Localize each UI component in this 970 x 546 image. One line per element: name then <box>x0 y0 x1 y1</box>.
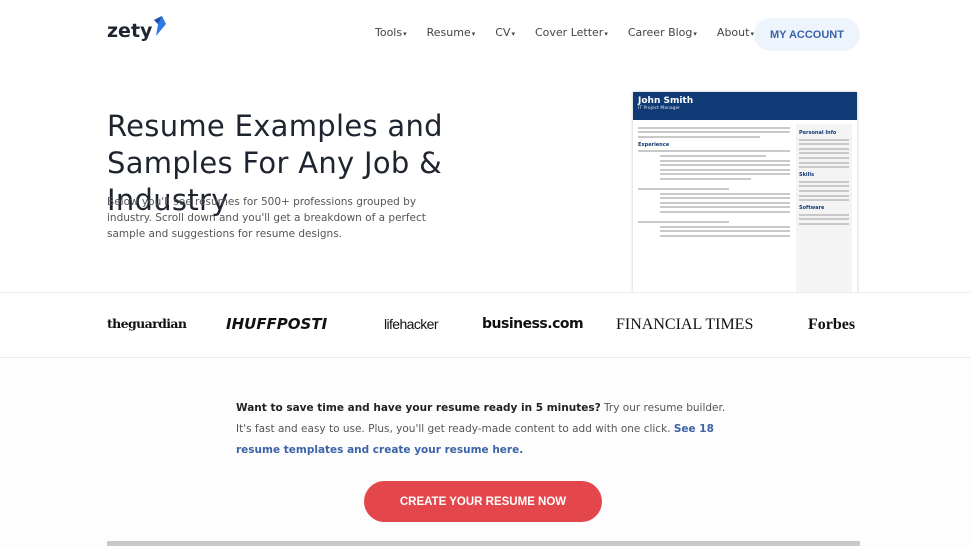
logo-text: zety <box>107 20 153 42</box>
resume-section-experience: Experience <box>638 141 670 148</box>
create-resume-button[interactable]: CREATE YOUR RESUME NOW <box>364 481 602 522</box>
top-nav: zety Tools▾ Resume▾ CV▾ Cover Letter▾ Ca… <box>0 0 970 66</box>
menu-cv[interactable]: CV▾ <box>495 26 515 39</box>
menu-cover-letter[interactable]: Cover Letter▾ <box>535 26 608 39</box>
financial-times-logo: FINANCIAL TIMES <box>616 316 754 333</box>
builder-pitch: Want to save time and have your resume r… <box>236 398 731 461</box>
lifehacker-logo: lifehacker <box>384 316 439 332</box>
menu-career-blog[interactable]: Career Blog▾ <box>628 26 697 39</box>
resume-preview-image[interactable]: John Smith IT Project Manager Experience … <box>633 92 857 292</box>
next-section-edge <box>107 541 860 546</box>
menu-tools[interactable]: Tools▾ <box>375 26 407 39</box>
my-account-button[interactable]: MY ACCOUNT <box>754 18 860 51</box>
resume-section-skills: Skills <box>799 172 815 179</box>
resume-section-personal-info: Personal Info <box>799 130 837 136</box>
resume-name: John Smith <box>638 96 694 106</box>
business-com-logo: business.com <box>482 316 584 332</box>
main-menu: Tools▾ Resume▾ CV▾ Cover Letter▾ Career … <box>375 26 754 39</box>
resume-job-title: IT Project Manager <box>638 106 681 111</box>
resume-section-software: Software <box>799 205 825 212</box>
pitch-headline: Want to save time and have your resume r… <box>236 402 601 414</box>
forbes-logo: Forbes <box>808 316 856 333</box>
press-logos-strip: theguardian IHUFFPOSTI lifehacker busine… <box>0 292 970 358</box>
menu-about[interactable]: About▾ <box>717 26 754 39</box>
menu-resume[interactable]: Resume▾ <box>427 26 476 39</box>
logo-mark-icon <box>154 16 167 36</box>
guardian-logo: theguardian <box>107 316 187 331</box>
zety-logo[interactable]: zety <box>107 16 167 42</box>
huffpost-logo: IHUFFPOSTI <box>226 315 328 333</box>
intro-text: Below you'll see resumes for 500+ profes… <box>107 196 426 240</box>
